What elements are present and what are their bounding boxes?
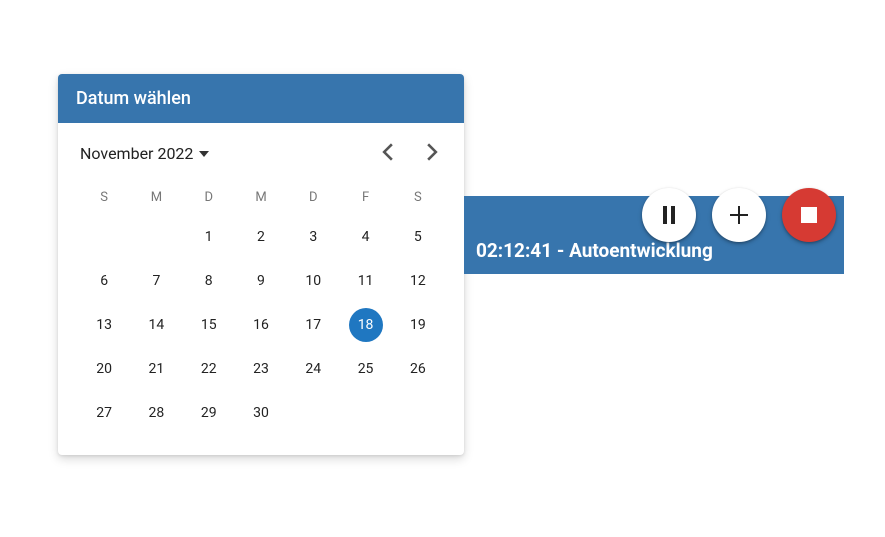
timer-elapsed: 02:12:41 xyxy=(476,239,552,262)
calendar-day[interactable]: 26 xyxy=(392,349,444,389)
weekday-header: F xyxy=(339,182,391,213)
timer-panel: 02:12:41 - Autoentwicklung xyxy=(464,196,844,274)
calendar-day[interactable]: 3 xyxy=(287,217,339,257)
date-picker-title: Datum wählen xyxy=(58,74,464,123)
calendar-day[interactable]: 17 xyxy=(287,305,339,345)
calendar-day[interactable]: 27 xyxy=(78,393,130,433)
calendar-day[interactable]: 13 xyxy=(78,305,130,345)
weekday-header: S xyxy=(78,182,130,213)
calendar-day[interactable]: 21 xyxy=(130,349,182,389)
calendar-day[interactable]: 24 xyxy=(287,349,339,389)
calendar-day[interactable]: 2 xyxy=(235,217,287,257)
add-button[interactable] xyxy=(712,188,766,242)
calendar-grid: SMDMDFS123456789101112131415161718192021… xyxy=(58,176,464,455)
month-year-selector[interactable]: November 2022 xyxy=(80,144,209,163)
calendar-day[interactable]: 28 xyxy=(130,393,182,433)
calendar-day[interactable]: 1 xyxy=(183,217,235,257)
calendar-day[interactable]: 20 xyxy=(78,349,130,389)
next-month-button[interactable] xyxy=(422,139,442,168)
calendar-day[interactable]: 25 xyxy=(339,349,391,389)
calendar-day[interactable]: 18 xyxy=(339,305,391,345)
timer-task-name: Autoentwicklung xyxy=(569,239,713,262)
calendar-day[interactable]: 30 xyxy=(235,393,287,433)
calendar-day[interactable]: 14 xyxy=(130,305,182,345)
chevron-left-icon xyxy=(382,143,394,161)
weekday-header: S xyxy=(392,182,444,213)
timer-separator: - xyxy=(552,239,569,262)
calendar-day[interactable]: 6 xyxy=(78,261,130,301)
stop-button[interactable] xyxy=(782,188,836,242)
pause-icon xyxy=(661,205,677,225)
prev-month-button[interactable] xyxy=(378,139,398,168)
dropdown-icon xyxy=(199,149,209,159)
calendar-day[interactable]: 29 xyxy=(183,393,235,433)
weekday-header: D xyxy=(287,182,339,213)
month-year-label: November 2022 xyxy=(80,144,193,163)
calendar-day[interactable]: 12 xyxy=(392,261,444,301)
pause-button[interactable] xyxy=(642,188,696,242)
weekday-header: D xyxy=(183,182,235,213)
timer-text: 02:12:41 - Autoentwicklung xyxy=(476,239,713,262)
calendar-day[interactable]: 10 xyxy=(287,261,339,301)
timer-button-group xyxy=(642,188,836,242)
calendar-day[interactable]: 5 xyxy=(392,217,444,257)
calendar-day[interactable]: 9 xyxy=(235,261,287,301)
calendar-day[interactable]: 4 xyxy=(339,217,391,257)
stop-icon xyxy=(801,207,817,223)
weekday-header: M xyxy=(130,182,182,213)
calendar-day[interactable]: 23 xyxy=(235,349,287,389)
calendar-day[interactable]: 7 xyxy=(130,261,182,301)
calendar-day[interactable]: 11 xyxy=(339,261,391,301)
weekday-header: M xyxy=(235,182,287,213)
plus-icon xyxy=(729,205,749,225)
chevron-right-icon xyxy=(426,143,438,161)
date-picker-controls: November 2022 xyxy=(58,123,464,176)
calendar-blank xyxy=(130,217,182,257)
calendar-day[interactable]: 22 xyxy=(183,349,235,389)
calendar-day[interactable]: 19 xyxy=(392,305,444,345)
calendar-day[interactable]: 8 xyxy=(183,261,235,301)
date-picker: Datum wählen November 2022 SMDMDFS123456… xyxy=(58,74,464,455)
calendar-blank xyxy=(78,217,130,257)
calendar-day[interactable]: 15 xyxy=(183,305,235,345)
calendar-day[interactable]: 16 xyxy=(235,305,287,345)
